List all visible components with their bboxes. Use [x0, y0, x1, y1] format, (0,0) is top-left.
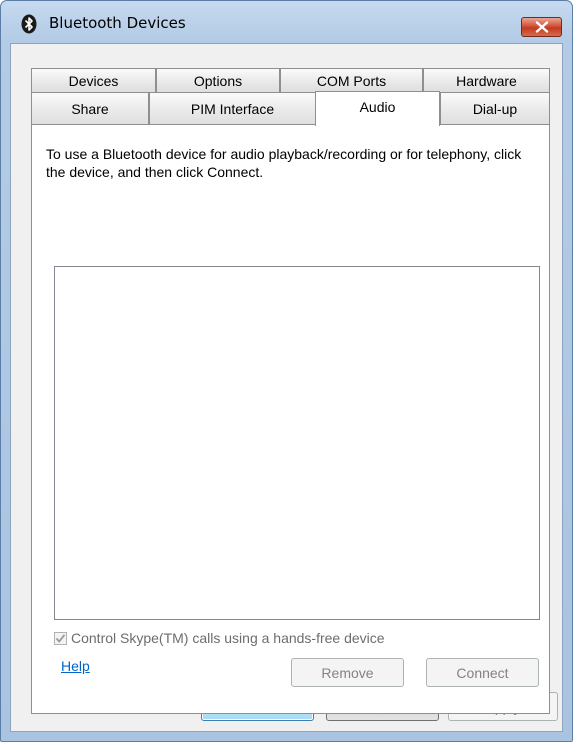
audio-device-list[interactable]	[54, 266, 540, 620]
tab-audio[interactable]: Audio	[315, 91, 440, 126]
title-bar[interactable]: Bluetooth Devices	[1, 1, 572, 41]
help-link[interactable]: Help	[61, 658, 90, 674]
skype-checkbox-row: Control Skype(TM) calls using a hands-fr…	[54, 630, 385, 646]
close-button[interactable]	[521, 17, 562, 37]
dialog-client-area: Devices Options COM Ports Hardware Share…	[10, 43, 563, 732]
close-icon	[535, 21, 549, 33]
audio-description: To use a Bluetooth device for audio play…	[46, 146, 522, 180]
skype-checkbox-label: Control Skype(TM) calls using a hands-fr…	[71, 630, 385, 646]
tab-pim-interface[interactable]: PIM Interface	[149, 92, 316, 125]
tab-hardware[interactable]: Hardware	[423, 68, 550, 92]
bluetooth-devices-window: Bluetooth Devices Devices Options COM Po…	[0, 0, 573, 742]
tab-com-ports[interactable]: COM Ports	[280, 68, 423, 92]
tab-dial-up[interactable]: Dial-up	[440, 92, 550, 125]
window-title: Bluetooth Devices	[49, 14, 186, 32]
tab-share[interactable]: Share	[31, 92, 149, 125]
skype-checkbox[interactable]	[54, 631, 67, 645]
tab-options[interactable]: Options	[156, 68, 280, 92]
bluetooth-icon	[21, 14, 37, 34]
tab-devices[interactable]: Devices	[31, 68, 156, 92]
connect-button[interactable]: Connect	[426, 658, 539, 687]
audio-tab-panel: To use a Bluetooth device for audio play…	[31, 124, 550, 714]
remove-button[interactable]: Remove	[291, 658, 404, 687]
